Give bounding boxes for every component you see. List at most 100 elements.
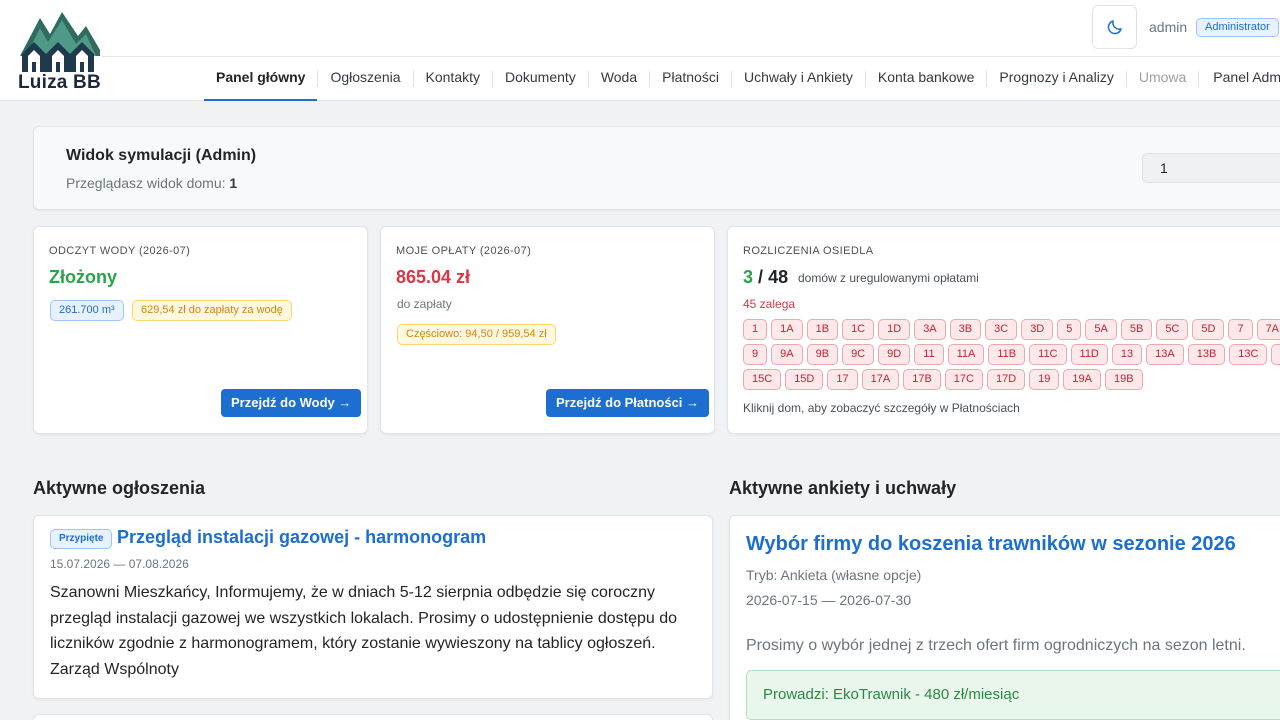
house-row: 1 1A 1B 1C 1D 3A 3B 3C 3D 5 5A 5B 5C 5D 7 7A xyxy=(743,319,1280,340)
house-chip[interactable]: 3B xyxy=(949,319,982,340)
house-chip[interactable]: 19B xyxy=(1104,369,1143,390)
house-chip[interactable]: 7 xyxy=(1228,319,1253,340)
house-select[interactable]: 1 xyxy=(1142,153,1280,183)
announcement-card[interactable]: Przypięte Przegląd instalacji gazowej - … xyxy=(33,515,713,699)
house-chip[interactable]: 13A xyxy=(1146,344,1184,365)
nav-panel-glowny[interactable]: Panel główny xyxy=(204,57,318,101)
house-chip[interactable]: 5A xyxy=(1085,319,1117,340)
house-chip[interactable]: 1A xyxy=(771,319,803,340)
settlements-hint: Kliknij dom, aby zobaczyć szczegóły w Pł… xyxy=(743,401,1020,415)
announcements-section-title: Aktywne ogłoszenia xyxy=(33,478,206,498)
water-status: Złożony xyxy=(49,267,117,287)
house-chip[interactable]: 3D xyxy=(1021,319,1054,340)
house-chip[interactable]: 15D xyxy=(785,369,824,390)
water-due-badge: 629,54 zł do zapłaty za wodę xyxy=(132,300,292,321)
fees-partial-badge: Częściowo: 94,50 / 959,54 zł xyxy=(397,324,556,345)
settlements-count: 3 / 48 xyxy=(743,267,788,288)
house-chip[interactable]: 11 xyxy=(914,344,944,365)
announcement-title[interactable]: Przegląd instalacji gazowej - harmonogra… xyxy=(117,527,486,548)
polls-section-title: Aktywne ankiety i uchwały xyxy=(729,478,957,498)
house-chip[interactable]: 9D xyxy=(878,344,911,365)
houses-mountain-logo-icon xyxy=(20,12,100,72)
nav-ogloszenia[interactable]: Ogłoszenia xyxy=(318,57,412,101)
nav-panel-admin[interactable]: Panel Admin xyxy=(1201,57,1280,101)
house-chip[interactable]: 15C xyxy=(743,369,782,390)
house-chip[interactable]: 11B xyxy=(988,344,1026,365)
fees-card: Moje opłaty (2026-07) 865.04 zł do zapła… xyxy=(380,226,715,434)
house-chip[interactable]: 11C xyxy=(1029,344,1067,365)
fees-card-label: Moje opłaty (2026-07) xyxy=(396,245,532,257)
theme-toggle-button[interactable] xyxy=(1092,5,1137,49)
house-chip[interactable]: 9C xyxy=(842,344,875,365)
house-chip[interactable]: 9A xyxy=(771,344,803,365)
house-chip[interactable]: 17A xyxy=(861,369,900,390)
house-row: 15C 15D 17 17A 17B 17C 17D 19 19A 19B xyxy=(743,369,1280,390)
main-nav: Panel główny Ogłoszenia Kontakty Dokumen… xyxy=(204,57,1280,101)
user-name[interactable]: admin xyxy=(1149,19,1187,35)
house-chip[interactable]: 5B xyxy=(1120,319,1153,340)
settlements-separator: / xyxy=(758,267,764,287)
simulation-subtitle-prefix: Przeglądasz widok domu: xyxy=(66,175,226,191)
house-chip[interactable]: 5D xyxy=(1192,319,1225,340)
house-chip[interactable]: 1C xyxy=(842,319,875,340)
nav-uchwaly-ankiety[interactable]: Uchwały i Ankiety xyxy=(732,57,865,101)
simulation-subtitle: Przeglądasz widok domu: 1 xyxy=(66,175,237,191)
house-chip[interactable]: 5C xyxy=(1156,319,1189,340)
house-row: 99A9B9C9D1111A11B11C11D1313A13B13C13D xyxy=(743,344,1280,365)
house-chip[interactable]: 13D xyxy=(1271,344,1280,365)
simulation-house: 1 xyxy=(229,175,238,191)
water-card: Odczyt wody (2026-07) Złożony 261.700 m³… xyxy=(33,226,368,434)
poll-mode: Tryb: Ankieta (własne opcje) xyxy=(746,567,922,583)
moon-icon xyxy=(1107,20,1122,35)
announcement-dates: 15.07.2026 — 07.08.2026 xyxy=(50,557,189,571)
house-chip[interactable]: 13 xyxy=(1111,344,1143,365)
nav-konta-bankowe[interactable]: Konta bankowe xyxy=(866,57,987,101)
top-header: Luiza BB admin Administrator Panel główn… xyxy=(0,0,1280,101)
nav-prognozy-analizy[interactable]: Prognozy i Analizy xyxy=(987,57,1125,101)
announcement-card[interactable] xyxy=(33,714,713,720)
go-to-water-button[interactable]: Przejdź do Wody → xyxy=(221,389,362,417)
house-chip[interactable]: 3C xyxy=(985,319,1018,340)
house-chip[interactable]: 9B xyxy=(806,344,839,365)
settlements-description: domów z uregulowanymi opłatami xyxy=(798,271,979,285)
house-chip[interactable]: 1D xyxy=(878,319,911,340)
house-chip[interactable]: 13B xyxy=(1187,344,1226,365)
water-card-label: Odczyt wody (2026-07) xyxy=(49,245,191,257)
settlements-card: Rozliczenia osiedla 3 / 48 domów z uregu… xyxy=(727,226,1280,434)
nav-umowa: Umowa xyxy=(1138,69,1187,85)
poll-dates: 2026-07-15 — 2026-07-30 xyxy=(746,592,912,608)
poll-card[interactable]: Wybór firmy do koszenia trawników w sezo… xyxy=(729,515,1280,720)
settlements-paid: 3 xyxy=(743,267,754,287)
nav-dokumenty[interactable]: Dokumenty xyxy=(493,57,588,101)
house-chip[interactable]: 1B xyxy=(806,319,839,340)
nav-kontakty[interactable]: Kontakty xyxy=(414,57,492,101)
house-chip[interactable]: 7A xyxy=(1256,319,1280,340)
simulation-title: Widok symulacji (Admin) xyxy=(66,147,257,164)
house-chip[interactable]: 11D xyxy=(1070,344,1108,365)
fees-caption: do zapłaty xyxy=(397,297,452,311)
poll-title[interactable]: Wybór firmy do koszenia trawników w sezo… xyxy=(746,533,1236,556)
house-chip[interactable]: 11A xyxy=(947,344,985,365)
nav-platnosci[interactable]: Płatności xyxy=(650,57,731,101)
role-badge: Administrator xyxy=(1196,18,1279,37)
house-grid: 1 1A 1B 1C 1D 3A 3B 3C 3D 5 5A 5B 5C 5D 7 7A 9 9A 9B 9C 9D 1… xyxy=(743,319,1280,394)
go-to-payments-button[interactable]: Przejdź do Płatności → xyxy=(546,389,710,417)
nav-separator xyxy=(1198,71,1200,87)
fees-amount: 865.04 zł xyxy=(396,267,471,287)
nav-woda[interactable]: Woda xyxy=(589,57,649,101)
brand-logo[interactable]: Luiza BB xyxy=(16,10,102,93)
house-chip[interactable]: 17C xyxy=(944,369,983,390)
poll-leader-box: Prowadzi: EkoTrawnik - 480 zł/miesiąc xyxy=(746,670,1280,720)
house-chip[interactable]: 13C xyxy=(1229,344,1268,365)
poll-description: Prosimy o wybór jednej z trzech ofert fi… xyxy=(746,637,1246,654)
house-chip[interactable]: 17D xyxy=(986,369,1026,390)
house-chip[interactable]: 17B xyxy=(903,369,941,390)
house-chip[interactable]: 5 xyxy=(1057,319,1082,340)
house-chip[interactable]: 3A xyxy=(914,319,946,340)
house-chip[interactable]: 19 xyxy=(1029,369,1060,390)
house-chip[interactable]: 19A xyxy=(1063,369,1101,390)
house-chip[interactable]: 9 xyxy=(743,344,768,365)
pinned-badge: Przypięte xyxy=(50,529,113,549)
house-chip[interactable]: 17 xyxy=(827,369,858,390)
house-chip[interactable]: 1 xyxy=(743,319,768,340)
